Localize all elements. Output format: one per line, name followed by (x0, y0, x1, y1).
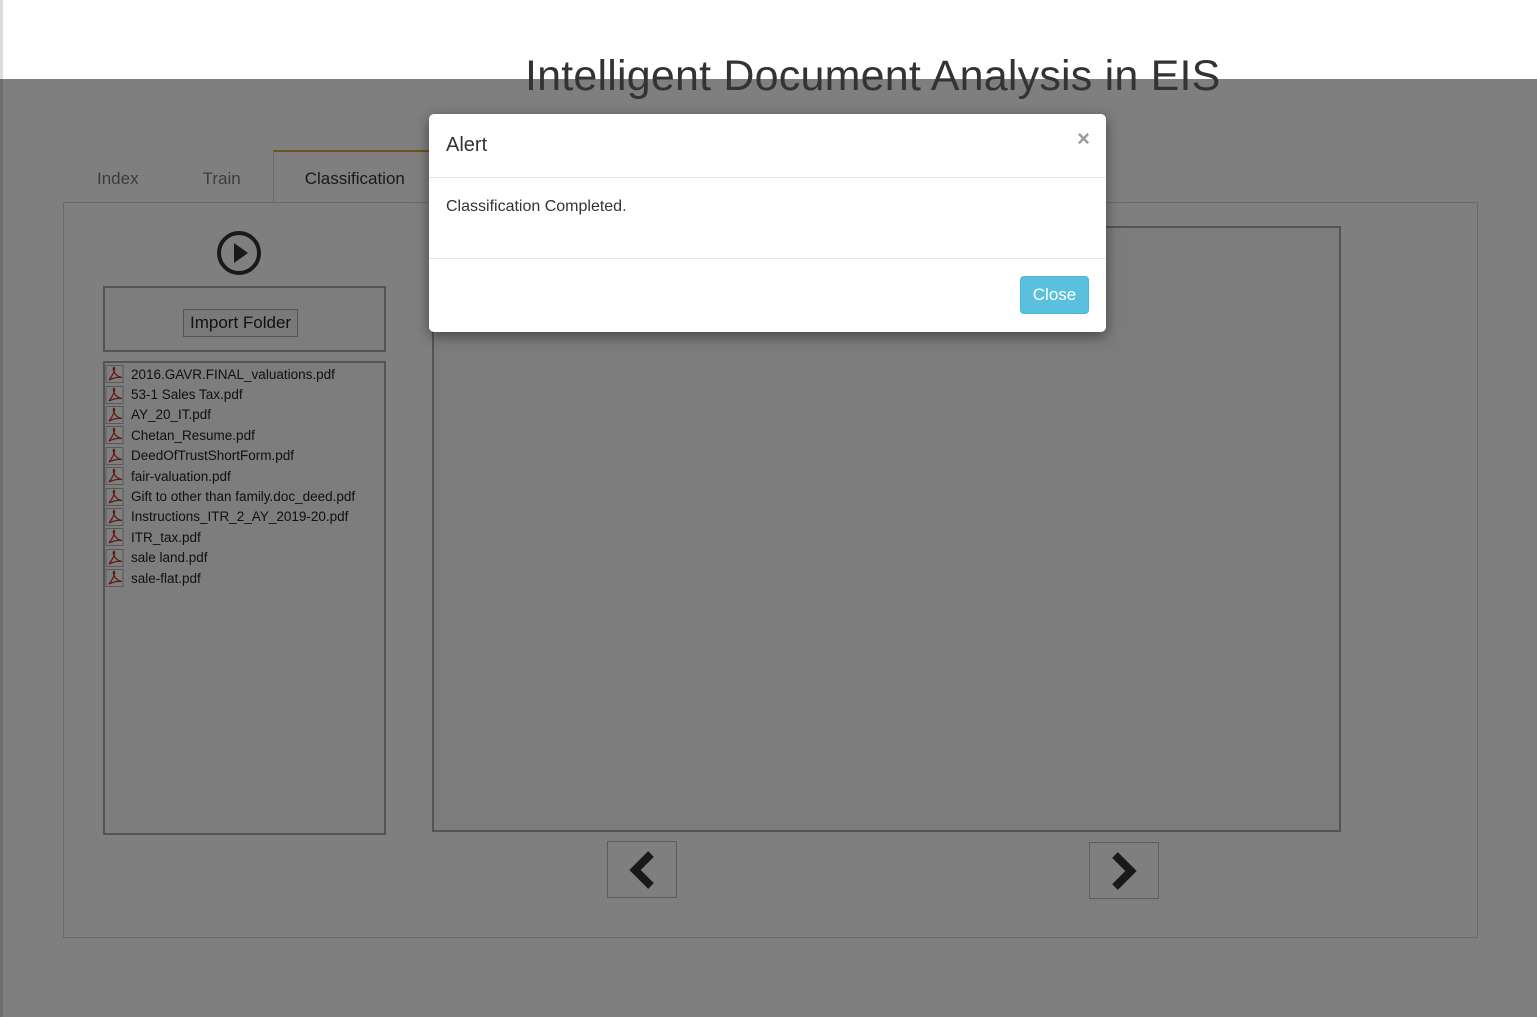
close-button[interactable]: Close (1020, 276, 1089, 314)
dialog-title: Alert (446, 134, 488, 156)
dialog-message: Classification Completed. (446, 198, 627, 215)
alert-dialog: Alert × Classification Completed. Close (429, 114, 1106, 332)
app-title: Intelligent Document Analysis in EIS (525, 52, 1221, 100)
dialog-footer: Close (429, 259, 1106, 331)
dialog-body: Classification Completed. (429, 178, 1106, 259)
close-icon[interactable]: × (1077, 128, 1090, 150)
dialog-header: Alert × (429, 114, 1106, 178)
